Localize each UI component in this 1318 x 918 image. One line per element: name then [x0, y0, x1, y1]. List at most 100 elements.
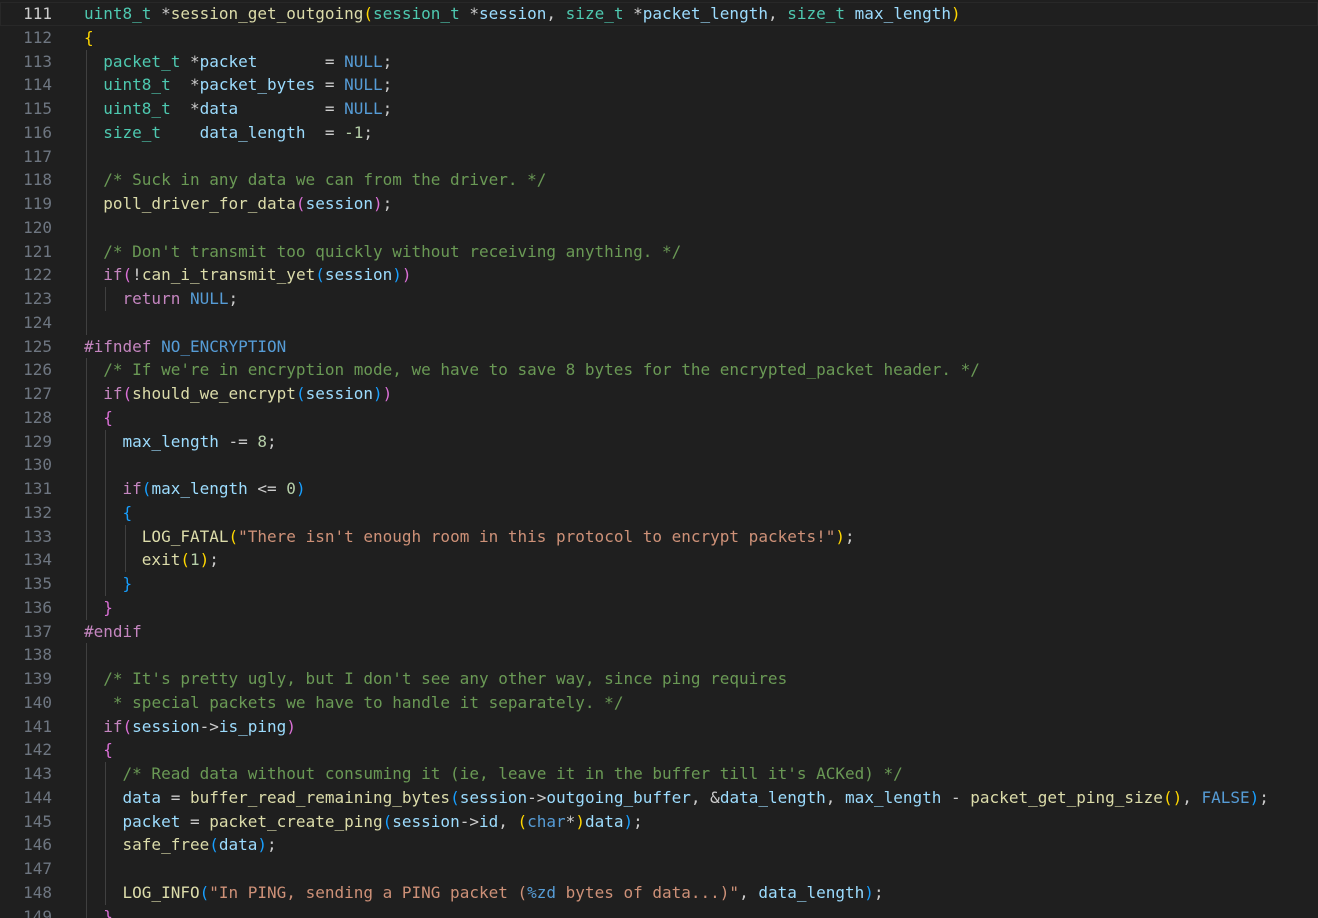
code-token: { [103, 407, 113, 427]
code-line[interactable]: 113 packet_t *packet = NULL; [0, 49, 1318, 74]
code-line[interactable]: 141 if(session->is_ping) [0, 714, 1318, 739]
code-line[interactable]: 116 size_t data_length = -1; [0, 120, 1318, 145]
code-token: data [122, 787, 162, 807]
code-token: NULL [344, 75, 383, 95]
code-token: -= [218, 431, 258, 451]
code-line[interactable]: 112 { [0, 26, 1318, 50]
code-line[interactable]: 145 packet = packet_create_ping(session-… [0, 809, 1318, 834]
code-line[interactable]: 148 LOG_INFO("In PING, sending a PING pa… [0, 880, 1318, 905]
code-line[interactable]: 139 /* It's pretty ugly, but I don't see… [0, 667, 1318, 691]
code-text: max_length -= 8; [84, 430, 277, 454]
line-number: 122 [23, 265, 52, 285]
code-line[interactable]: 115 uint8_t *data = NULL; [0, 97, 1318, 121]
code-line[interactable]: 130 [0, 453, 1318, 478]
code-text: return NULL; [84, 287, 239, 311]
code-line[interactable]: 121 /* Don't transmit too quickly withou… [0, 239, 1318, 264]
code-text: #endif [84, 620, 142, 644]
code-token: ( [382, 811, 393, 831]
code-token: max_length [854, 4, 951, 23]
code-line[interactable]: 133 LOG_FATAL("There isn't enough room i… [0, 524, 1318, 549]
code-token: session [392, 811, 460, 831]
code-token: session [305, 384, 374, 403]
code-line[interactable]: 120 [0, 215, 1318, 240]
code-line[interactable]: 123 return NULL; [0, 287, 1318, 311]
code-token: ; [363, 122, 373, 142]
code-token: , [546, 4, 566, 23]
line-number: 119 [23, 194, 52, 213]
code-token: = [305, 122, 345, 142]
code-line[interactable]: 118 /* Suck in any data we can from the … [0, 168, 1318, 193]
code-line[interactable]: 134 exit(1); [0, 548, 1318, 573]
line-number: 126 [23, 360, 52, 380]
code-line[interactable]: 122 if(!can_i_transmit_yet(session)) [0, 263, 1318, 288]
code-text: /* Read data without consuming it (ie, l… [84, 762, 903, 786]
code-token: -> [199, 716, 219, 736]
indent-guide [105, 857, 107, 881]
code-token: packet_bytes [199, 75, 316, 95]
code-token: ; [382, 75, 393, 95]
code-line[interactable]: 142 { [0, 738, 1318, 763]
code-line[interactable]: 119 poll_driver_for_data(session); [0, 192, 1318, 216]
code-token: ( [363, 4, 373, 23]
code-line[interactable]: 146 safe_free(data); [0, 833, 1318, 858]
code-editor[interactable]: 111 uint8_t *session_get_outgoing(session… [0, 0, 1318, 918]
code-line[interactable]: 124 [0, 310, 1318, 335]
line-number: 145 [23, 811, 52, 831]
code-token: ) [382, 384, 393, 403]
code-token: can_i_transmit_yet [141, 265, 316, 285]
line-number: 130 [23, 455, 52, 475]
code-token: 1 [189, 550, 200, 570]
code-token: session [478, 4, 547, 23]
code-token: buffer_read_remaining_bytes [189, 787, 451, 807]
code-line[interactable]: 127 if(should_we_encrypt(session)) [0, 382, 1318, 406]
code-line[interactable]: 135 } [0, 572, 1318, 596]
code-token: if [103, 716, 123, 736]
code-token: ( [209, 835, 219, 855]
code-token: ( [295, 384, 306, 403]
code-token: %zd [527, 882, 557, 902]
code-token: packet_get_ping_size [970, 787, 1163, 807]
line-number: 142 [23, 740, 52, 760]
code-line[interactable]: 126 /* If we're in encryption mode, we h… [0, 358, 1318, 383]
code-token: max_length [845, 787, 942, 807]
indent-guide [86, 144, 87, 169]
code-token: session [132, 716, 200, 736]
line-number: 127 [23, 384, 52, 403]
code-line[interactable]: 138 [0, 643, 1318, 668]
code-line[interactable]: 149 } [0, 904, 1318, 918]
line-number: 143 [23, 764, 52, 783]
code-line[interactable]: 132 { [0, 500, 1318, 525]
code-line[interactable]: 140 * special packets we have to handle … [0, 690, 1318, 715]
code-line[interactable]: 111 uint8_t *session_get_outgoing(session… [0, 2, 1318, 26]
code-token: -1 [344, 122, 364, 142]
code-text: LOG_FATAL("There isn't enough room in th… [84, 525, 855, 549]
code-line[interactable]: 128 { [0, 405, 1318, 430]
code-token: * [170, 75, 200, 95]
line-number: 112 [23, 27, 52, 47]
code-line[interactable]: 143 /* Read data without consuming it (i… [0, 762, 1318, 786]
code-token: uint8_t [84, 4, 152, 23]
code-token: outgoing_buffer [546, 787, 691, 807]
code-text: uint8_t *data = NULL; [84, 97, 392, 121]
code-text: LOG_INFO("In PING, sending a PING packet… [84, 881, 884, 905]
code-line[interactable]: 136 } [0, 595, 1318, 620]
code-line[interactable]: 117 [0, 144, 1318, 169]
code-line[interactable]: 129 max_length -= 8; [0, 429, 1318, 454]
code-line[interactable]: 137 #endif [0, 620, 1318, 644]
code-text: /* Suck in any data we can from the driv… [84, 168, 546, 192]
code-line[interactable]: 147 [0, 857, 1318, 881]
code-line[interactable]: 144 data = buffer_read_remaining_bytes(s… [0, 785, 1318, 810]
code-token: packet_t [103, 51, 181, 71]
line-number: 118 [23, 170, 52, 190]
code-line[interactable]: 131 if(max_length <= 0) [0, 477, 1318, 501]
code-text: * special packets we have to handle it s… [84, 691, 624, 715]
code-token: FALSE [1201, 787, 1250, 807]
code-text: size_t data_length = -1; [84, 121, 373, 145]
code-line[interactable]: 125 #ifndef NO_ENCRYPTION [0, 335, 1318, 359]
code-text: uint8_t *session_get_outgoing(session_t … [84, 2, 961, 26]
code-line[interactable]: 114 uint8_t *packet_bytes = NULL; [0, 73, 1318, 98]
